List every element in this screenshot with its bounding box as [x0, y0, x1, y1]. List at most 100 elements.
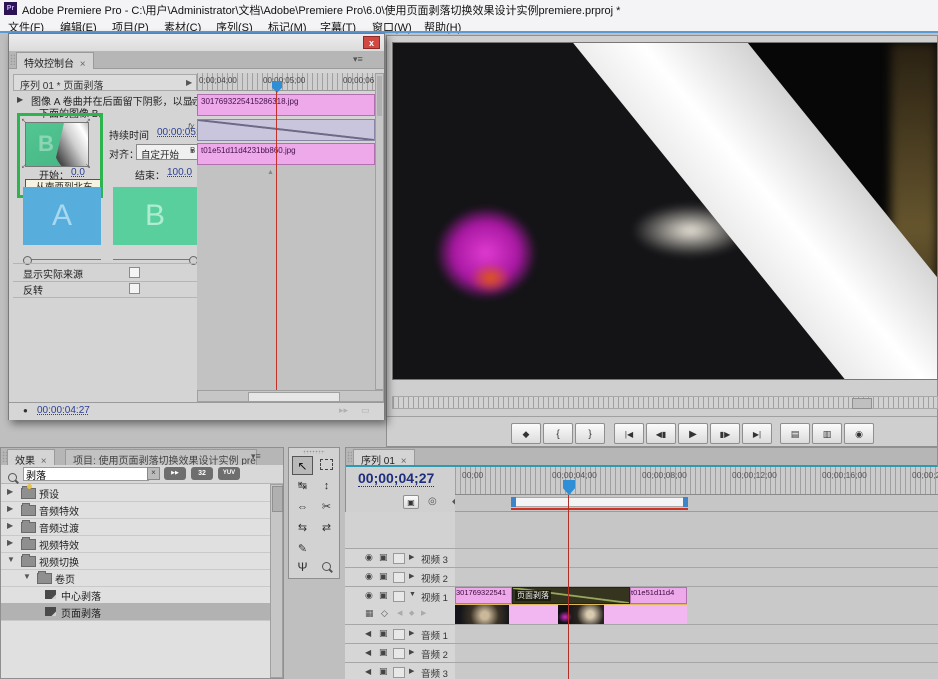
toggle-track-output-icon[interactable]: ◉ — [365, 571, 373, 582]
tab-effects[interactable]: 效果 × — [7, 449, 55, 466]
panel-grip[interactable] — [10, 54, 15, 65]
play-button[interactable]: ▶ — [678, 423, 708, 444]
lift-button[interactable]: ▤ — [780, 423, 810, 444]
sync-lock-icon[interactable]: ▣ — [379, 647, 388, 658]
mini-playhead-line[interactable] — [276, 91, 277, 390]
tab-project[interactable]: 项目: 使用页面剥落切换效果设计实例 premiere — [65, 449, 257, 466]
collapse-icon[interactable]: ▶ — [409, 667, 414, 675]
set-in-point-button[interactable]: { — [543, 423, 573, 444]
track-content-audio2[interactable] — [455, 644, 938, 663]
twirl-icon[interactable]: ▶ — [7, 504, 13, 513]
speaker-icon[interactable]: ◀ — [365, 629, 371, 638]
tree-item-presets[interactable]: ▶ 预设 — [1, 484, 270, 502]
step-back-button[interactable]: ◀▮ — [646, 423, 676, 444]
effects-vscrollbar[interactable] — [270, 484, 283, 678]
badge-yuv[interactable]: YUV — [218, 467, 240, 480]
track-content-video2[interactable] — [455, 568, 938, 587]
collapse-icon[interactable]: ▶ — [409, 629, 414, 637]
add-marker-button[interactable]: ◆ — [511, 423, 541, 444]
panel-grip[interactable] — [347, 451, 352, 462]
effect-controls-timecode[interactable]: 00:00:04:27 — [37, 405, 90, 416]
clip1-name-bar[interactable]: 301769322541 — [455, 587, 512, 604]
tab-sequence-01[interactable]: 序列 01 × — [353, 449, 415, 466]
track-content-video1[interactable]: 301769322541 页面剥落 t01e51d11d4 — [455, 587, 938, 625]
track-lock-box[interactable] — [393, 591, 405, 602]
preview-a-box[interactable]: A — [23, 187, 101, 245]
tree-item-page-peel[interactable]: 页面剥落 — [1, 603, 270, 621]
timeline-timecode[interactable]: 00;00;04;27 — [358, 470, 434, 487]
sync-lock-icon[interactable]: ▣ — [379, 571, 388, 582]
track-select-tool[interactable] — [316, 456, 337, 475]
track-lock-box[interactable] — [393, 648, 405, 659]
set-out-point-button[interactable]: } — [575, 423, 605, 444]
mini-clip-a-bar[interactable]: 3017693225415286318.jpg — [197, 94, 375, 116]
scroll-thumb[interactable] — [377, 76, 382, 116]
sync-lock-icon[interactable]: ▣ — [379, 666, 388, 677]
work-area-end-handle[interactable] — [683, 497, 688, 507]
twirl-icon[interactable]: ▶ — [7, 487, 13, 496]
twirl-icon[interactable]: ▶ — [7, 521, 13, 530]
badge-32bit[interactable]: 32 — [191, 467, 213, 480]
hscroll-thumb[interactable] — [248, 392, 340, 402]
sync-lock-icon[interactable]: ▣ — [379, 552, 388, 563]
scroll-thumb[interactable] — [272, 486, 283, 512]
snap-toggle-button[interactable]: ▣ — [403, 495, 419, 509]
collapse-icon[interactable]: ▶ — [409, 572, 414, 580]
add-keyframe-icon[interactable]: ◆ — [409, 609, 414, 617]
tree-item-video-effects[interactable]: ▶ 视频特效 — [1, 535, 270, 553]
tab-effect-controls-close-icon[interactable]: × — [80, 59, 86, 70]
work-area-bar[interactable] — [511, 497, 688, 507]
tools-grip[interactable] — [303, 450, 325, 454]
collapse-icon[interactable]: ▶ — [409, 648, 414, 656]
work-area-start-handle[interactable] — [511, 497, 516, 507]
track-content-audio1[interactable] — [455, 625, 938, 644]
play-transition-ghost-icon[interactable]: ▸▸ — [339, 405, 348, 416]
twirl-icon[interactable]: ▶ — [7, 538, 13, 547]
preview-b-box[interactable]: B — [113, 187, 197, 245]
twirl-icon[interactable]: ▼ — [7, 555, 15, 564]
effects-search-input[interactable] — [23, 467, 149, 481]
show-timeline-view-icon[interactable]: ▶ — [186, 78, 192, 87]
effect-controls-panel-menu-icon[interactable]: ▾≡ — [353, 54, 363, 65]
track-lock-box[interactable] — [393, 553, 405, 564]
mini-timeline-ruler[interactable]: 0;00;04;00 00;00;05;00 00;00;06 — [197, 73, 375, 91]
clip2-name-bar[interactable]: t01e51d11d4 — [630, 587, 687, 604]
selection-tool[interactable]: ↖ — [292, 456, 313, 475]
tree-item-page-peel-folder[interactable]: ▼ 卷页 — [1, 569, 270, 587]
slide-tool[interactable]: ⇄ — [316, 519, 337, 538]
window-close-button[interactable]: x — [363, 36, 380, 49]
rate-stretch-tool[interactable]: ⇔ — [292, 498, 313, 517]
floating-window-titlebar[interactable] — [9, 34, 384, 52]
end-value[interactable]: 100.0 — [167, 167, 192, 178]
monitor-ruler-handle[interactable] — [852, 398, 872, 409]
keyframe-dot-icon[interactable]: ● — [23, 406, 28, 415]
ripple-edit-tool[interactable]: ↹ — [292, 477, 313, 496]
zoom-tool[interactable] — [316, 558, 337, 577]
center-cut-marker-icon[interactable]: ▲ — [267, 169, 274, 176]
mini-playhead-head[interactable] — [272, 81, 282, 93]
tree-item-video-transitions[interactable]: ▼ 视频切换 — [1, 552, 270, 570]
keyframe-toggle-icon[interactable]: ◇ — [381, 608, 388, 619]
expand-icon[interactable]: ▼ — [409, 591, 416, 598]
speaker-icon[interactable]: ◀ — [365, 667, 371, 676]
speaker-icon[interactable]: ◀ — [365, 648, 371, 657]
timeline-playhead-line[interactable] — [568, 495, 569, 679]
effects-panel-menu-icon[interactable]: ▾≡ — [251, 451, 261, 462]
timeline-ruler[interactable]: 00;00 00;00;04;00 00;00;08;00 00;00;12;0… — [455, 467, 938, 495]
search-clear-icon[interactable]: × — [147, 467, 160, 480]
export-frame-button[interactable]: ◉ — [844, 423, 874, 444]
mini-timeline-hscrollbar[interactable] — [197, 390, 384, 402]
mini-clip-b-bar[interactable]: t01e51d11d4231bb860.jpg — [197, 143, 375, 165]
track-lock-box[interactable] — [393, 629, 405, 640]
track-lock-box[interactable] — [393, 667, 405, 678]
toggle-track-output-icon[interactable]: ◉ — [365, 552, 373, 563]
track-content-video3[interactable] — [455, 549, 938, 568]
mini-transition-bar[interactable] — [197, 119, 375, 141]
collapse-icon[interactable]: ▶ — [409, 553, 414, 561]
show-actual-sources-checkbox[interactable] — [129, 267, 140, 278]
reverse-checkbox[interactable] — [129, 283, 140, 294]
effect-twirl-icon[interactable]: ▶ — [17, 95, 23, 104]
set-encore-marker-icon[interactable]: ◎ — [428, 496, 437, 507]
mini-timeline-vscrollbar[interactable] — [375, 73, 384, 390]
sync-lock-icon[interactable]: ▣ — [379, 590, 388, 601]
